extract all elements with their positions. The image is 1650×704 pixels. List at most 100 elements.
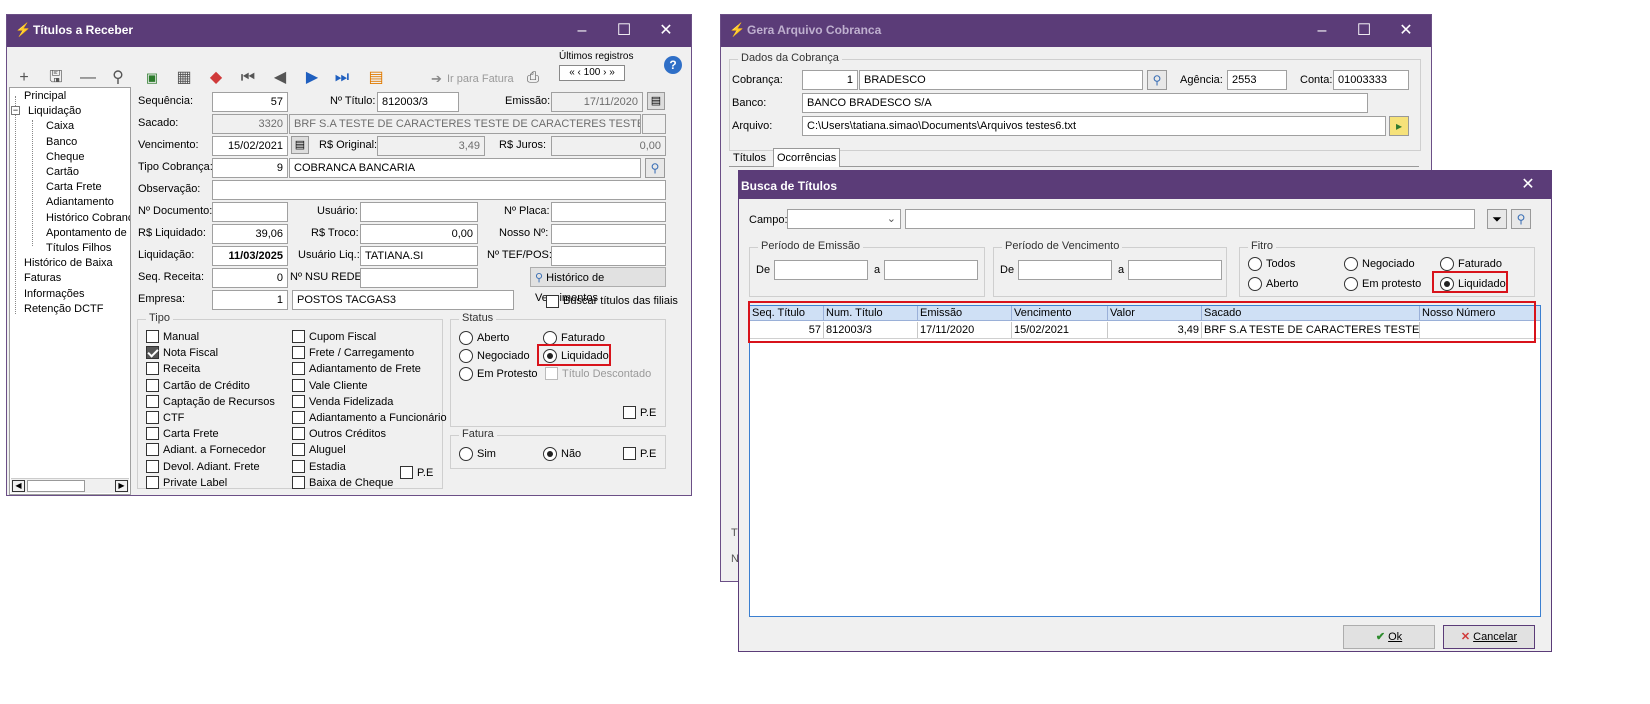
sequencia-field[interactable]: 57	[212, 92, 288, 112]
last-records-navigator[interactable]: « ‹ 100 › »	[559, 65, 625, 81]
tree-item[interactable]: Retenção DCTF	[24, 303, 103, 315]
vencimento-field[interactable]: 15/02/2021	[212, 136, 288, 156]
tab-titulos[interactable]: Títulos	[733, 152, 766, 164]
fatura-pe-checkbox[interactable]	[623, 447, 636, 460]
right-close-button[interactable]: ✕	[1391, 19, 1421, 43]
buscar-filiais-checkbox[interactable]	[546, 295, 559, 308]
report-icon[interactable]: ▤	[365, 67, 387, 89]
status-negociado-radio[interactable]	[459, 349, 473, 363]
save-icon[interactable]: 🖫	[45, 67, 67, 89]
arquivo-field[interactable]: C:\Users\tatiana.simao\Documents\Arquivo…	[802, 116, 1386, 136]
dialog-search-icon[interactable]: ⚲	[1511, 209, 1531, 229]
rs-troco-field[interactable]: 0,00	[360, 224, 478, 244]
usuario-liq-field[interactable]: TATIANA.SI	[360, 246, 478, 266]
tab-ocorrencias[interactable]: Ocorrências	[773, 148, 841, 167]
tree-item[interactable]: Títulos Filhos	[46, 242, 111, 254]
cobranca-search-icon[interactable]: ⚲	[1147, 70, 1167, 90]
remove-icon[interactable]: —	[77, 67, 99, 89]
liquidacao-field[interactable]: 11/03/2025	[212, 246, 288, 266]
tipo-checkbox[interactable]	[146, 346, 159, 360]
prev-page-icon[interactable]: ‹	[578, 67, 581, 78]
last-record-icon[interactable]: ⏭	[331, 67, 353, 89]
tipo-checkbox[interactable]	[292, 459, 305, 473]
print-icon[interactable]: ⎙	[527, 69, 539, 86]
tree-item[interactable]: Cartão	[46, 166, 79, 178]
status-faturado-radio[interactable]	[543, 331, 557, 345]
maximize-button[interactable]: ☐	[609, 19, 639, 43]
goto-invoice-link[interactable]: Ir para Fatura	[447, 73, 514, 85]
minimize-button[interactable]: –	[567, 19, 597, 43]
empresa-code-field[interactable]: 1	[212, 290, 288, 310]
tipo-checkbox[interactable]	[146, 411, 159, 424]
search-icon[interactable]: ⚲	[107, 67, 129, 89]
tipo-checkbox[interactable]	[146, 475, 159, 489]
tree-item[interactable]: Informações	[24, 288, 85, 300]
tipo-checkbox[interactable]	[146, 459, 159, 473]
num-nsu-field[interactable]	[360, 268, 478, 288]
eraser-icon[interactable]: ◆	[205, 67, 227, 89]
tipo-checkbox[interactable]	[146, 378, 159, 392]
tipo-cobranca-search-icon[interactable]: ⚲	[645, 158, 665, 178]
num-documento-field[interactable]	[212, 202, 288, 222]
emissao-a-field[interactable]	[884, 260, 978, 280]
filter-icon[interactable]: ⏷	[1487, 209, 1507, 229]
filtro-faturado-radio[interactable]	[1440, 257, 1454, 271]
filtro-todos-radio[interactable]	[1248, 257, 1262, 271]
collapse-icon[interactable]: −	[11, 106, 20, 116]
export-xml-icon[interactable]: ▣	[141, 67, 163, 89]
tree-item[interactable]: Histórico Cobrança	[46, 212, 130, 224]
campo-select[interactable]: ⌄	[787, 209, 901, 229]
num-titulo-field[interactable]: 812003/3	[377, 92, 459, 112]
scroll-right-icon[interactable]: ▶	[115, 480, 128, 492]
close-button[interactable]: ✕	[651, 19, 681, 43]
historico-vencimentos-button[interactable]: ⚲ Histórico de Vencimentos	[530, 267, 666, 304]
campo-search-input[interactable]	[905, 209, 1475, 229]
tipo-checkbox[interactable]	[292, 378, 305, 392]
right-maximize-button[interactable]: ☐	[1349, 19, 1379, 43]
tree-horizontal-scrollbar[interactable]: ◀ ▶	[11, 478, 129, 493]
tipo-checkbox[interactable]	[292, 362, 305, 376]
nosso-num-field[interactable]	[551, 224, 666, 244]
tipo-checkbox[interactable]	[146, 362, 159, 376]
tipo-cobranca-name-field[interactable]: COBRANCA BANCARIA	[289, 158, 641, 178]
help-icon[interactable]: ?	[664, 56, 682, 74]
banco-field[interactable]: BANCO BRADESCO S/A	[802, 93, 1368, 113]
conta-field[interactable]: 01003333	[1333, 70, 1409, 90]
cancel-button[interactable]: ✕ Cancelar	[1443, 625, 1535, 649]
tipo-pe-checkbox[interactable]	[400, 466, 413, 479]
last-page-icon[interactable]: »	[609, 67, 615, 78]
empresa-name-field[interactable]: POSTOS TACGAS3	[292, 290, 514, 310]
grid-icon[interactable]: ▦	[173, 67, 195, 89]
observacao-field[interactable]	[212, 180, 666, 200]
agencia-field[interactable]: 2553	[1227, 70, 1287, 90]
filtro-em-protesto-radio[interactable]	[1344, 277, 1358, 291]
tipo-checkbox[interactable]	[292, 411, 305, 424]
tree-item[interactable]: Principal	[24, 90, 66, 102]
filtro-negociado-radio[interactable]	[1344, 257, 1358, 271]
open-folder-icon[interactable]: ▸	[1389, 116, 1409, 136]
first-record-icon[interactable]: ⏮	[237, 67, 259, 89]
tipo-checkbox[interactable]	[146, 427, 159, 441]
calendar-icon[interactable]: ▤	[647, 92, 665, 110]
tree-item[interactable]: Carta Frete	[46, 181, 102, 193]
first-page-icon[interactable]: «	[569, 67, 575, 78]
dialog-close-button[interactable]: ✕	[1513, 173, 1543, 197]
emissao-de-field[interactable]	[774, 260, 868, 280]
tree-item[interactable]: Banco	[46, 136, 77, 148]
vencimento-a-field[interactable]	[1128, 260, 1222, 280]
cobranca-code-field[interactable]: 1	[802, 70, 858, 90]
goto-invoice-arrow-icon[interactable]: ➔	[431, 71, 442, 87]
tipo-checkbox[interactable]	[146, 394, 159, 408]
scroll-thumb[interactable]	[27, 480, 85, 492]
vencimento-de-field[interactable]	[1018, 260, 1112, 280]
tipo-checkbox[interactable]	[292, 346, 305, 360]
tipo-checkbox[interactable]	[292, 427, 305, 441]
tree-item[interactable]: Liquidação	[28, 105, 81, 117]
tipo-checkbox[interactable]	[292, 394, 305, 408]
usuario-field[interactable]	[360, 202, 478, 222]
status-aberto-radio[interactable]	[459, 331, 473, 345]
tree-item[interactable]: Apontamento de C	[46, 227, 130, 239]
status-em-protesto-radio[interactable]	[459, 367, 473, 381]
ok-button[interactable]: ✔ Ok	[1343, 625, 1435, 649]
tipo-checkbox[interactable]	[146, 330, 159, 343]
